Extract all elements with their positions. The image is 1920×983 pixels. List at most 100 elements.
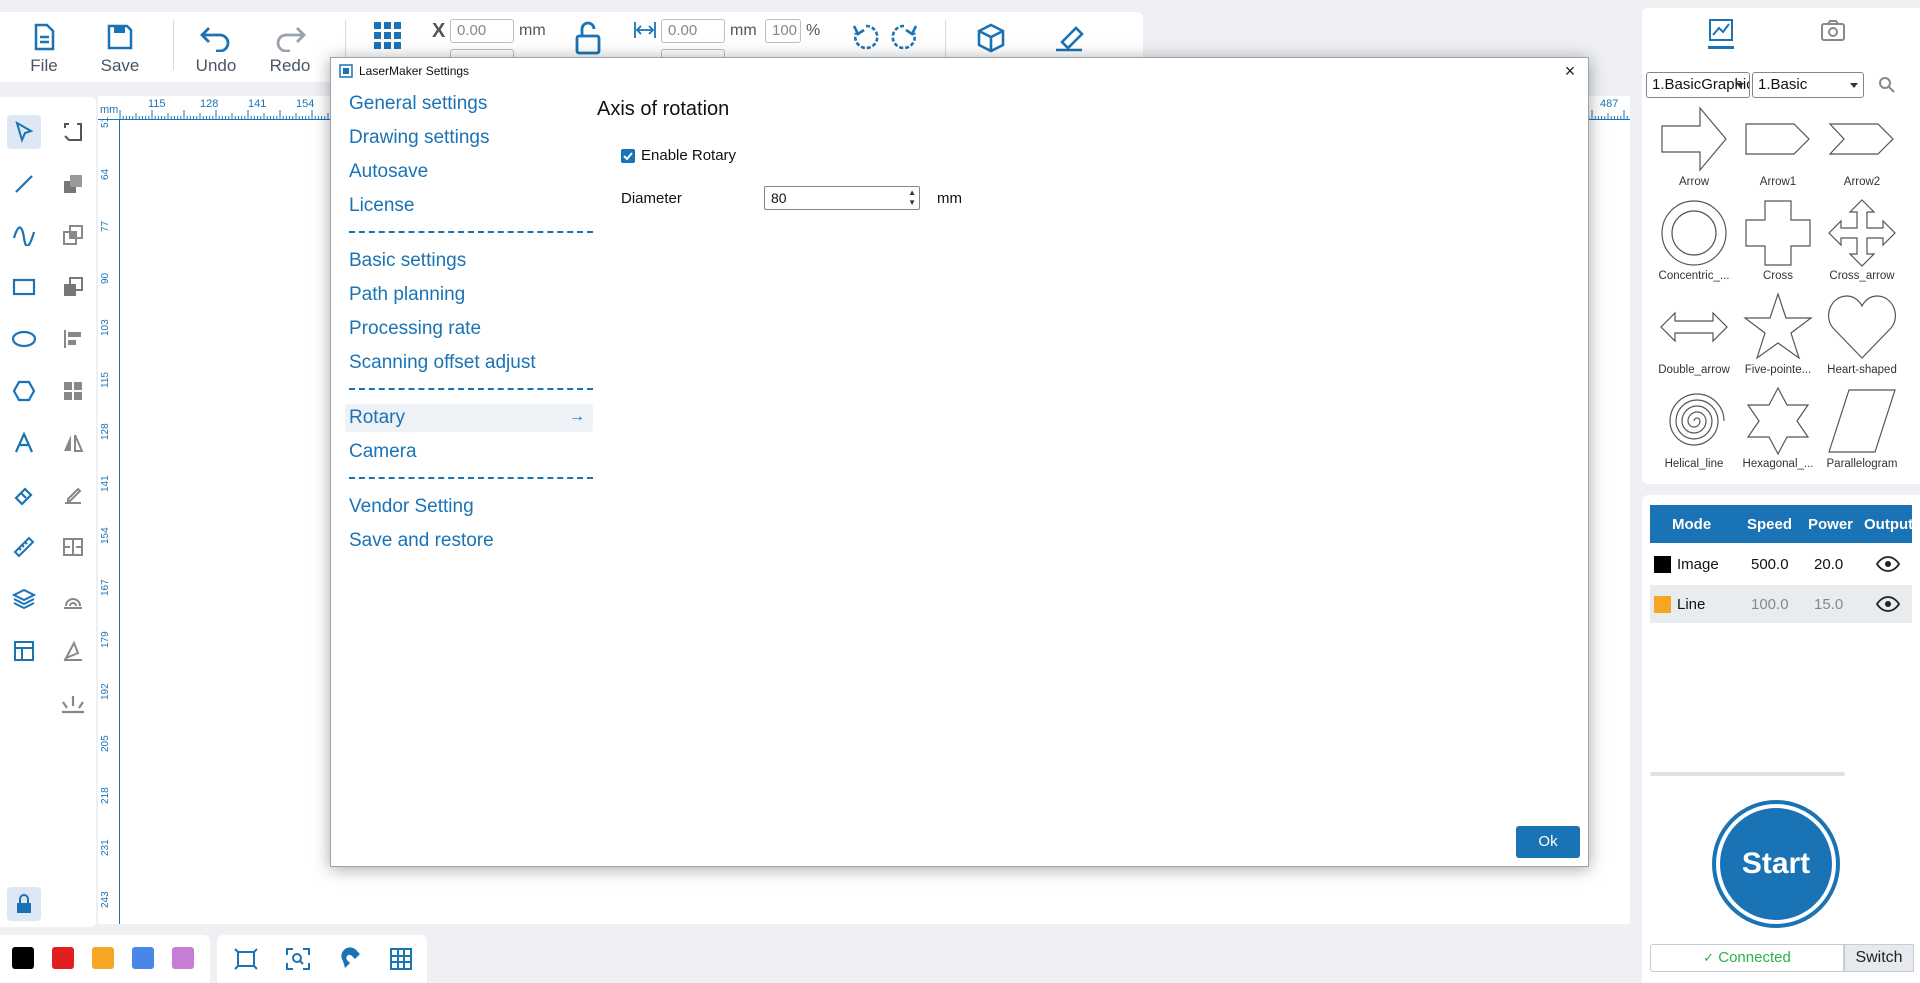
ruler-unit: mm <box>100 104 119 116</box>
ruler-left-label: 64 <box>100 168 111 180</box>
swatch-red[interactable] <box>52 947 74 969</box>
graphics-tab-icon[interactable] <box>1708 18 1734 42</box>
nav-rotary[interactable]: Rotary → <box>345 404 593 432</box>
ok-button[interactable]: Ok <box>1516 826 1580 858</box>
nav-vendor-setting[interactable]: Vendor Setting <box>349 493 589 521</box>
swatch-purple[interactable] <box>172 947 194 969</box>
category-select[interactable]: 1.Basic <box>1752 72 1864 98</box>
nav-processing-rate[interactable]: Processing rate <box>349 315 589 343</box>
layer-color-swatch[interactable] <box>1654 556 1671 573</box>
node-edit-icon[interactable] <box>56 115 90 149</box>
app-icon <box>339 64 353 78</box>
library-select[interactable]: 1.BasicGraphics <box>1646 72 1750 98</box>
nav-basic-settings[interactable]: Basic settings <box>349 247 589 275</box>
layer-color-swatch[interactable] <box>1654 596 1671 613</box>
curve-tool-icon[interactable] <box>7 218 41 252</box>
redo-button[interactable]: Redo <box>260 18 320 78</box>
swatch-black[interactable] <box>12 947 34 969</box>
shape-arrow2[interactable]: Arrow2 <box>1820 104 1904 196</box>
eye-icon[interactable] <box>1876 556 1900 572</box>
enable-rotary-checkbox[interactable] <box>621 149 635 163</box>
layer-row-line[interactable]: Line 100.0 15.0 <box>1650 585 1912 623</box>
measure-tool-icon[interactable] <box>7 530 41 564</box>
eye-icon[interactable] <box>1876 596 1900 612</box>
rectangle-tool-icon[interactable] <box>7 270 41 304</box>
mirror-icon[interactable] <box>56 426 90 460</box>
nav-camera[interactable]: Camera <box>349 438 589 466</box>
subtract-icon[interactable] <box>56 270 90 304</box>
combine-icon[interactable] <box>56 167 90 201</box>
nav-scanning-offset-adjust[interactable]: Scanning offset adjust <box>349 349 589 377</box>
magnet-icon[interactable] <box>337 947 363 971</box>
pen-draw-icon[interactable] <box>56 634 90 668</box>
scale-input[interactable]: 100 <box>765 19 801 43</box>
ellipse-tool-icon[interactable] <box>7 322 41 356</box>
shape-arrow[interactable]: Arrow <box>1652 104 1736 196</box>
shape-hexagonal-star[interactable]: Hexagonal_... <box>1736 386 1820 478</box>
lock-open-icon[interactable] <box>573 20 603 56</box>
edit-path-icon[interactable] <box>56 478 90 512</box>
horizontal-scrollbar[interactable] <box>1650 772 1845 776</box>
x-position-input[interactable]: 0.00 <box>450 19 514 43</box>
3d-box-icon[interactable] <box>975 22 1007 54</box>
shape-arrow1[interactable]: Arrow1 <box>1736 104 1820 196</box>
nav-autosave[interactable]: Autosave <box>349 158 589 186</box>
intersect-icon[interactable] <box>56 218 90 252</box>
diameter-input[interactable]: 80 ▲ ▼ <box>764 186 920 210</box>
camera-tab-icon[interactable] <box>1820 18 1846 42</box>
ruler-top-label: 154 <box>296 98 315 110</box>
enable-rotary-label[interactable]: Enable Rotary <box>641 147 736 164</box>
select-tool-icon[interactable] <box>7 115 41 149</box>
shape-parallelogram[interactable]: Parallelogram <box>1820 386 1904 478</box>
layer-row-image[interactable]: Image 500.0 20.0 <box>1650 545 1912 583</box>
eraser-sign-icon[interactable] <box>1052 22 1088 54</box>
close-icon[interactable]: × <box>1560 62 1580 82</box>
swatch-blue[interactable] <box>132 947 154 969</box>
distribute-icon[interactable] <box>56 374 90 408</box>
polygon-tool-icon[interactable] <box>7 374 41 408</box>
shape-cross[interactable]: Cross <box>1736 198 1820 290</box>
switch-button[interactable]: Switch <box>1844 944 1914 972</box>
width-input[interactable]: 0.00 <box>661 19 725 43</box>
spinner-arrows-icon[interactable]: ▲ ▼ <box>908 188 916 208</box>
shape-five-pointed-star[interactable]: Five-pointe... <box>1736 292 1820 384</box>
file-button[interactable]: File <box>14 18 74 78</box>
percent-label: % <box>806 22 821 39</box>
nav-general-settings[interactable]: General settings <box>349 90 589 118</box>
undo-button[interactable]: Undo <box>186 18 246 78</box>
ruler-left-label: 167 <box>100 579 111 596</box>
align-left-icon[interactable] <box>56 322 90 356</box>
eraser-tool-icon[interactable] <box>7 478 41 512</box>
heart-shape-icon <box>1828 295 1896 359</box>
grid-icon[interactable] <box>389 947 413 971</box>
laser-beam-icon[interactable] <box>56 686 90 720</box>
search-icon[interactable] <box>1878 76 1896 94</box>
line-tool-icon[interactable] <box>7 167 41 201</box>
nav-path-planning[interactable]: Path planning <box>349 281 589 309</box>
shape-double-arrow[interactable]: Double_arrow <box>1652 292 1736 384</box>
rotate-cw-icon[interactable] <box>890 22 918 52</box>
zoom-fit-icon[interactable] <box>285 947 311 971</box>
layout-icon[interactable] <box>7 634 41 668</box>
array-icon[interactable] <box>56 530 90 564</box>
cross-arrow-shape-icon <box>1828 199 1896 267</box>
ruler-left-label: 77 <box>100 220 111 232</box>
shape-cross-arrow[interactable]: Cross_arrow <box>1820 198 1904 290</box>
nav-save-and-restore[interactable]: Save and restore <box>349 527 589 555</box>
shape-concentric[interactable]: Concentric_... <box>1652 198 1736 290</box>
swatch-orange[interactable] <box>92 947 114 969</box>
grid-array-icon[interactable] <box>372 20 404 52</box>
shape-heart[interactable]: Heart-shaped <box>1820 292 1904 384</box>
nav-license[interactable]: License <box>349 192 589 220</box>
nav-drawing-settings[interactable]: Drawing settings <box>349 124 589 152</box>
save-button[interactable]: Save <box>90 18 150 78</box>
shape-helical-line[interactable]: Helical_line <box>1652 386 1736 478</box>
rotate-ccw-icon[interactable] <box>852 22 880 52</box>
weld-icon[interactable] <box>56 582 90 616</box>
start-button[interactable]: Start <box>1720 808 1832 920</box>
lock-icon[interactable] <box>7 887 41 921</box>
layers-icon[interactable] <box>7 582 41 616</box>
width-unit-label: mm <box>730 22 757 39</box>
fit-frame-icon[interactable] <box>233 947 259 971</box>
text-tool-icon[interactable] <box>7 426 41 460</box>
